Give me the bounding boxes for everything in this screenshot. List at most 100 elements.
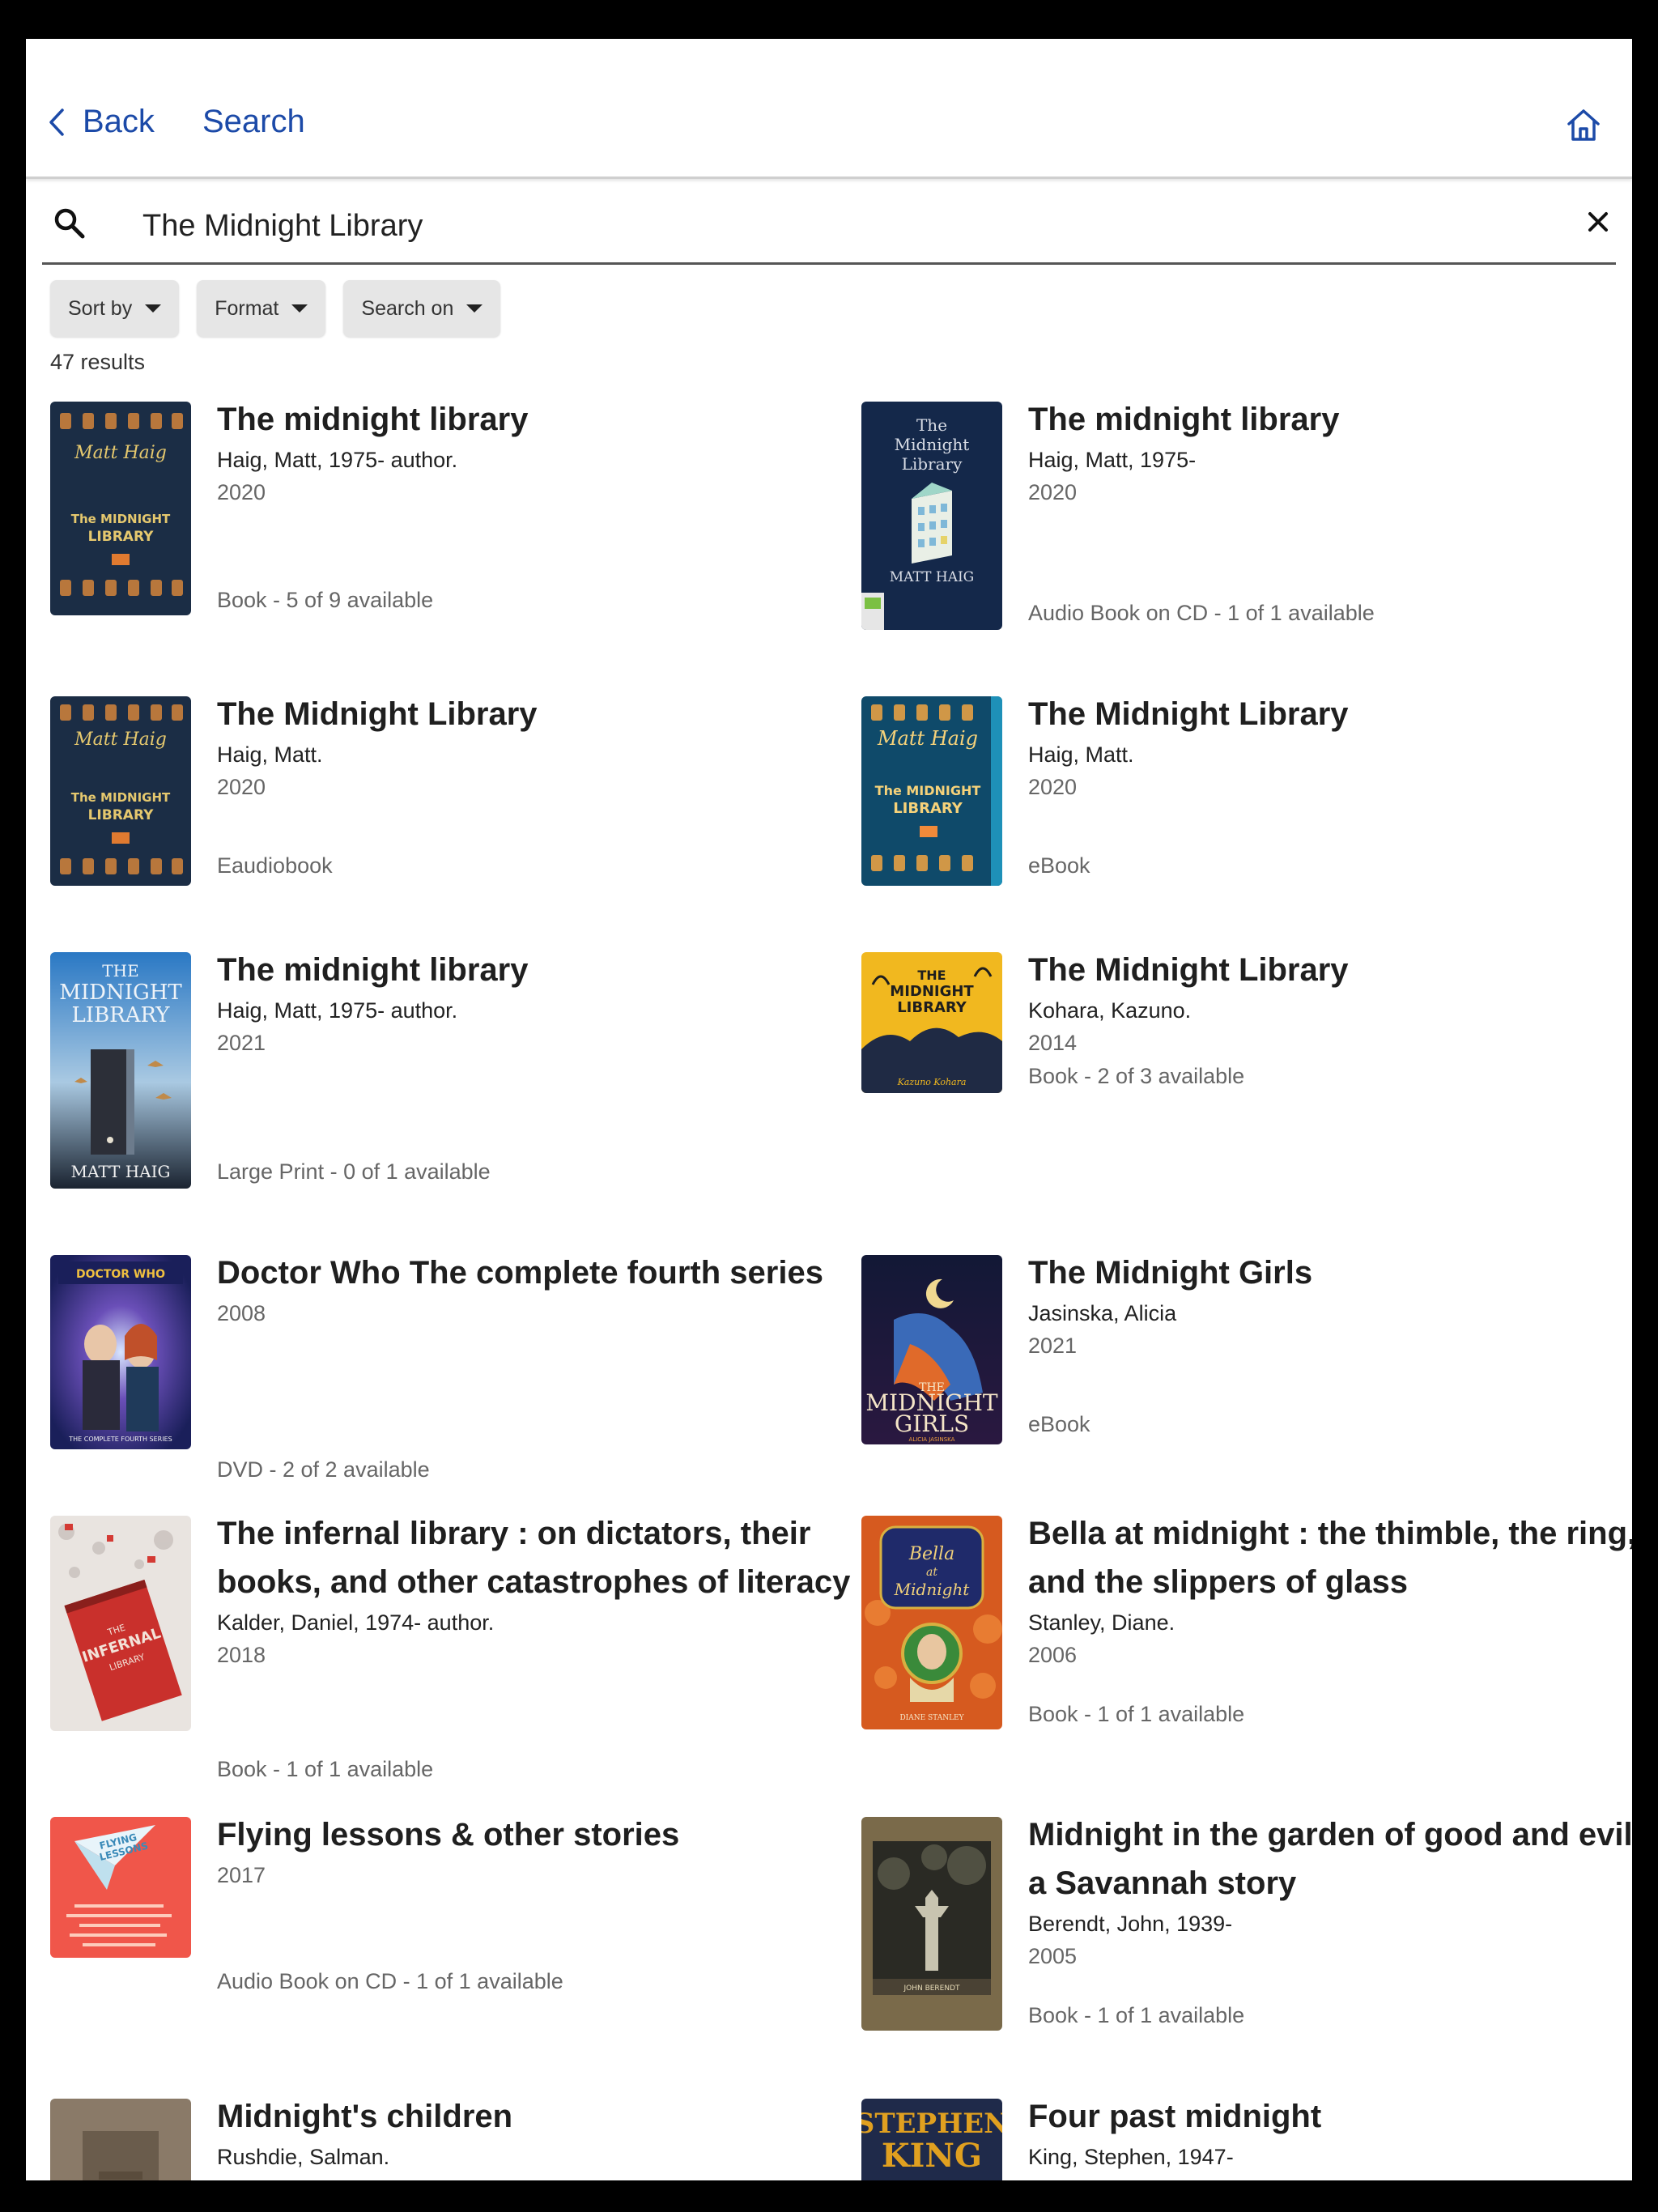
- result-title[interactable]: Midnight in the garden of good and evil …: [1028, 1810, 1632, 1908]
- cover-text: Midnight: [894, 1580, 971, 1599]
- app-screen: Back Search Sort by Format: [26, 39, 1632, 2180]
- book-cover: THE INFERNAL LIBRARY: [50, 1516, 191, 1731]
- result-item[interactable]: THE MIDNIGHT GIRLS ALICIA JASINSKA The M…: [861, 1255, 1622, 1465]
- result-info: Doctor Who The complete fourth series 20…: [217, 1255, 865, 1329]
- result-year: 2020: [217, 480, 266, 504]
- result-availability: Large Print - 0 of 1 available: [217, 1159, 491, 1184]
- result-info: The Midnight Library Haig, Matt. 2020: [1028, 696, 1632, 803]
- cover-text: Library: [902, 454, 963, 474]
- result-availability: Audio Book on CD - 1 of 1 available: [217, 1969, 563, 1993]
- cover-text: Matt Haig: [74, 443, 167, 463]
- cover-text: THE: [102, 961, 138, 981]
- result-year: 2005: [1028, 1944, 1078, 1968]
- result-title[interactable]: The Midnight Library: [1028, 946, 1632, 994]
- book-cover: The Midnight Library MATT HAIG: [861, 402, 1002, 630]
- result-title[interactable]: The infernal library : on dictators, the…: [217, 1509, 865, 1606]
- top-nav-bar: Back Search: [26, 39, 1632, 179]
- result-item[interactable]: DOCTOR WHO THE COMPLETE FOURTH SERIES Do…: [50, 1255, 823, 1498]
- search-input[interactable]: [141, 201, 1472, 251]
- search-on-label: Search on: [361, 296, 454, 320]
- format-dropdown[interactable]: Format: [197, 280, 326, 337]
- result-title[interactable]: The Midnight Girls: [1028, 1249, 1632, 1297]
- result-item[interactable]: Midnight's children Rushdie, Salman.: [50, 2099, 811, 2180]
- result-item[interactable]: STEPHEN KING Four past midnight King, St…: [861, 2099, 1622, 2180]
- book-cover: Bella at Midnight DIANE STANLEY: [861, 1516, 1002, 1729]
- result-author: Haig, Matt, 1975- author.: [217, 448, 458, 472]
- result-title[interactable]: The Midnight Library: [1028, 690, 1632, 738]
- search-nav-link[interactable]: Search: [202, 104, 305, 140]
- cover-text: The MIDNIGHT: [875, 783, 981, 798]
- result-title[interactable]: Flying lessons & other stories: [217, 1810, 865, 1859]
- result-author: Haig, Matt.: [217, 742, 323, 767]
- result-author: Haig, Matt, 1975-: [1028, 448, 1197, 472]
- result-year: 2020: [1028, 480, 1078, 504]
- result-item[interactable]: The Midnight Library MATT HAIG The midni…: [861, 402, 1622, 644]
- back-button[interactable]: Back: [49, 104, 155, 140]
- back-label: Back: [83, 104, 155, 139]
- result-item[interactable]: Matt Haig The MIDNIGHT LIBRARY The Midni…: [50, 696, 811, 899]
- clear-search-icon[interactable]: [1584, 207, 1613, 236]
- result-year: 2017: [217, 1863, 266, 1887]
- result-availability: Book - 2 of 3 available: [1028, 1064, 1245, 1088]
- cover-text: Matt Haig: [877, 727, 978, 750]
- result-availability: Book - 5 of 9 available: [217, 588, 434, 612]
- result-item[interactable]: Matt Haig The MIDNIGHT LIBRARY The Midni…: [861, 696, 1622, 899]
- result-item[interactable]: Matt Haig The MIDNIGHT LIBRARY The midni…: [50, 402, 811, 644]
- result-availability: DVD - 2 of 2 available: [217, 1457, 430, 1482]
- book-cover: STEPHEN KING: [861, 2099, 1002, 2180]
- search-on-dropdown[interactable]: Search on: [343, 280, 501, 337]
- result-info: Midnight in the garden of good and evil …: [1028, 1817, 1632, 1972]
- result-availability: eBook: [1028, 853, 1090, 878]
- result-author: Rushdie, Salman.: [217, 2145, 390, 2169]
- cover-text: Kazuno Kohara: [897, 1077, 967, 1087]
- cover-text: JOHN BERENDT: [903, 1984, 960, 1993]
- result-info: The infernal library : on dictators, the…: [217, 1516, 865, 1671]
- result-author: Haig, Matt, 1975- author.: [217, 998, 458, 1023]
- result-year: 2018: [217, 1643, 266, 1667]
- result-item[interactable]: FLYING LESSONS Flying lessons & other st…: [50, 1817, 811, 2027]
- result-year: 2021: [217, 1031, 266, 1055]
- cover-text: MIDNIGHT: [890, 983, 974, 1000]
- result-item[interactable]: THE MIDNIGHT LIBRARY Kazuno Kohara The M…: [861, 952, 1622, 1130]
- result-author: Jasinska, Alicia: [1028, 1301, 1177, 1325]
- sort-by-label: Sort by: [68, 296, 133, 320]
- cover-text: LIBRARY: [88, 529, 155, 545]
- result-item[interactable]: THE INFERNAL LIBRARY The infernal librar…: [50, 1516, 850, 1781]
- result-title[interactable]: Midnight's children: [217, 2092, 865, 2141]
- result-author: Haig, Matt.: [1028, 742, 1134, 767]
- book-cover: Matt Haig The MIDNIGHT LIBRARY: [50, 696, 191, 886]
- book-cover: Matt Haig The MIDNIGHT LIBRARY: [861, 696, 1002, 886]
- result-author: Kohara, Kazuno.: [1028, 998, 1192, 1023]
- result-title[interactable]: The midnight library: [1028, 395, 1632, 444]
- format-label: Format: [215, 296, 279, 320]
- cover-text: DIANE STANLEY: [899, 1714, 964, 1722]
- result-info: The midnight library Haig, Matt, 1975- a…: [217, 952, 865, 1059]
- cover-text: LIBRARY: [893, 800, 963, 817]
- result-availability: Book - 1 of 1 available: [1028, 1702, 1245, 1726]
- result-item[interactable]: THE MIDNIGHT LIBRARY MATT HAIG The midni…: [50, 952, 811, 1236]
- result-year: 2006: [1028, 1643, 1078, 1667]
- book-cover: FLYING LESSONS: [50, 1817, 191, 1958]
- result-title[interactable]: Bella at midnight : the thimble, the rin…: [1028, 1509, 1632, 1606]
- home-button[interactable]: [1566, 107, 1601, 147]
- cover-text: STEPHEN: [861, 2108, 1002, 2140]
- cover-text: Matt Haig: [74, 730, 167, 750]
- result-title[interactable]: The midnight library: [217, 946, 865, 994]
- result-title[interactable]: Doctor Who The complete fourth series: [217, 1249, 865, 1297]
- result-year: 2020: [217, 775, 266, 799]
- cover-text: ALICIA JASINSKA: [909, 1436, 955, 1443]
- caret-down-icon: [145, 304, 162, 313]
- result-title[interactable]: The midnight library: [217, 395, 865, 444]
- caret-down-icon: [466, 304, 483, 313]
- search-bar: [42, 189, 1616, 265]
- result-title[interactable]: The Midnight Library: [217, 690, 865, 738]
- result-item[interactable]: JOHN BERENDT Midnight in the garden of g…: [861, 1817, 1632, 2060]
- result-item[interactable]: Bella at Midnight DIANE STANLEY Bella at…: [861, 1516, 1632, 1759]
- cover-text: LIBRARY: [72, 1003, 171, 1027]
- sort-by-dropdown[interactable]: Sort by: [50, 280, 180, 337]
- result-availability: Book - 1 of 1 available: [217, 1757, 434, 1781]
- cover-text: KING: [882, 2137, 982, 2175]
- result-availability: Eaudiobook: [217, 853, 333, 878]
- result-title[interactable]: Four past midnight: [1028, 2092, 1632, 2141]
- filter-bar: Sort by Format Search on: [50, 280, 501, 337]
